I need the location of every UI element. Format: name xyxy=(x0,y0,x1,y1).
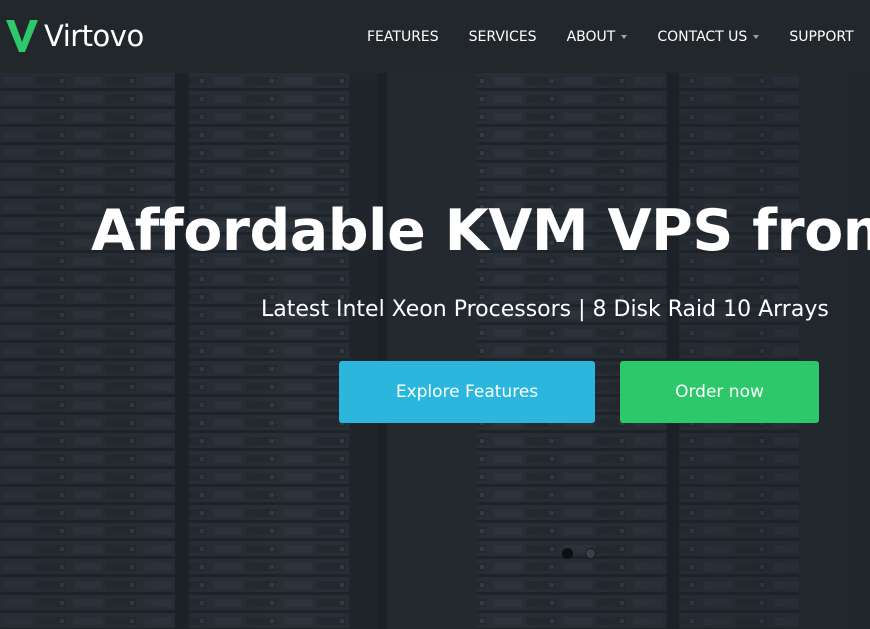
caret-down-icon xyxy=(621,34,628,39)
top-navbar: Virtovo FEATURES SERVICES ABOUT CONTACT … xyxy=(0,0,870,73)
nav-item-about[interactable]: ABOUT xyxy=(567,29,628,45)
hero-slider: Affordable KVM VPS from $ Latest Intel X… xyxy=(0,73,870,629)
nav-item-label: SUPPORT xyxy=(789,28,854,45)
slider-dot-2[interactable] xyxy=(585,548,596,559)
v-logo-icon xyxy=(6,20,38,52)
hero-dark-overlay xyxy=(0,73,870,629)
hero-title: Affordable KVM VPS from $ xyxy=(91,198,870,264)
nav-item-services[interactable]: SERVICES xyxy=(469,29,537,45)
explore-features-button[interactable]: Explore Features xyxy=(339,361,595,423)
slider-dot-1[interactable] xyxy=(562,548,573,559)
nav-item-label: FEATURES xyxy=(367,28,439,45)
brand-name: Virtovo xyxy=(44,18,144,53)
nav-item-label: CONTACT US xyxy=(657,28,748,45)
nav-item-label: ABOUT xyxy=(566,28,616,45)
hero-subtitle: Latest Intel Xeon Processors | 8 Disk Ra… xyxy=(261,297,829,322)
nav-item-label: SERVICES xyxy=(468,28,537,45)
order-now-button[interactable]: Order now xyxy=(620,361,819,423)
brand-logo-link[interactable]: Virtovo xyxy=(6,15,144,57)
nav-item-features[interactable]: FEATURES xyxy=(367,29,439,45)
nav-item-support[interactable]: SUPPORT xyxy=(789,29,853,45)
slider-pagination xyxy=(562,548,608,559)
caret-down-icon xyxy=(753,34,760,39)
main-menu: FEATURES SERVICES ABOUT CONTACT US SUPPO… xyxy=(352,0,869,73)
nav-item-contact-us[interactable]: CONTACT US xyxy=(657,28,760,45)
